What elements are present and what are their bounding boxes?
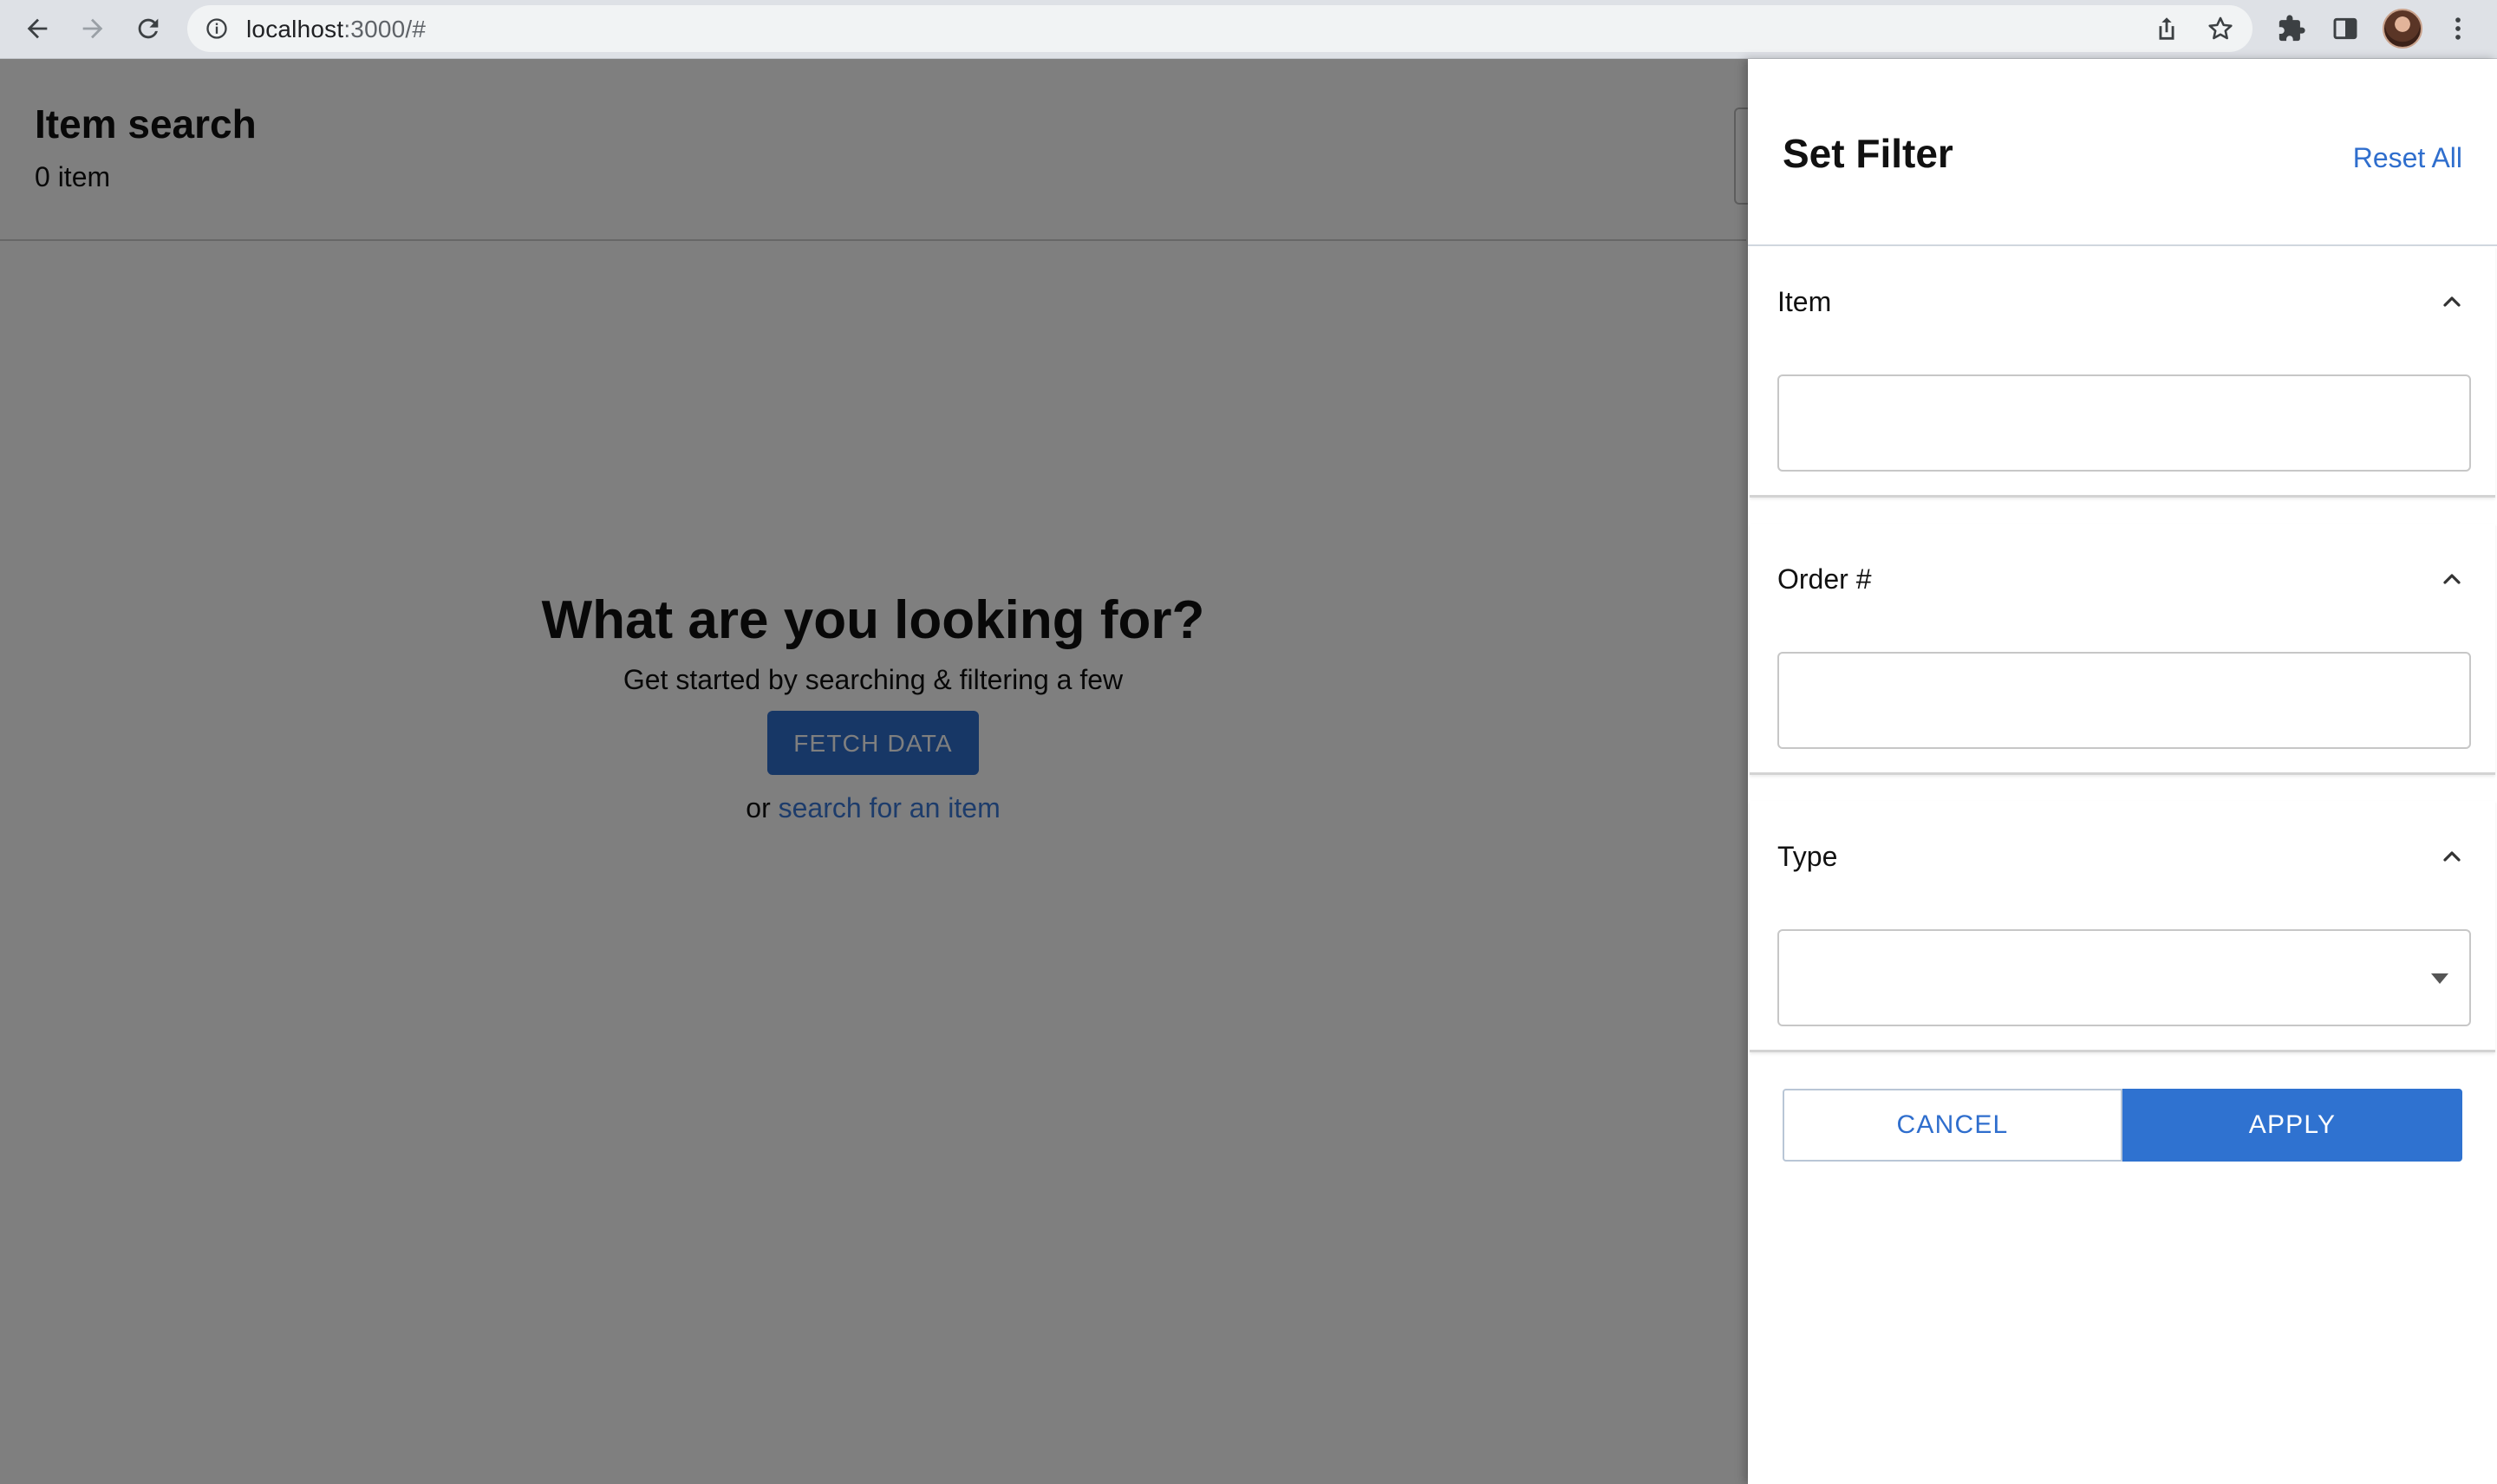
reset-all-link[interactable]: Reset All	[2353, 142, 2462, 174]
modal-backdrop[interactable]	[0, 59, 1748, 1484]
item-field[interactable]	[1777, 374, 2471, 472]
puzzle-icon[interactable]	[2273, 10, 2310, 47]
caret-down-icon[interactable]	[2429, 971, 2450, 986]
side-panel-icon[interactable]	[2327, 10, 2363, 47]
address-bar[interactable]: localhost:3000/#	[187, 5, 2253, 52]
browser-toolbar: localhost:3000/#	[0, 0, 2497, 59]
order-number-field[interactable]	[1777, 652, 2471, 749]
filter-section-item: Item	[1750, 246, 2495, 498]
filter-section-order: Order #	[1750, 524, 2495, 775]
chevron-up-icon[interactable]	[2438, 565, 2466, 593]
section-label: Item	[1777, 286, 1832, 317]
order-number-input[interactable]	[1779, 654, 2469, 747]
chevron-up-icon[interactable]	[2438, 843, 2466, 870]
share-icon[interactable]	[2152, 14, 2181, 43]
url-path: :3000/#	[343, 16, 427, 42]
filter-drawer: Set Filter Reset All Item Order # Type C…	[1748, 59, 2497, 1484]
info-icon[interactable]	[205, 16, 229, 41]
profile-avatar[interactable]	[2383, 9, 2422, 49]
forward-icon[interactable]	[73, 9, 113, 49]
section-label: Type	[1777, 841, 1838, 872]
cancel-button[interactable]: CANCEL	[1783, 1089, 2122, 1162]
back-icon[interactable]	[17, 9, 57, 49]
url-text[interactable]: localhost:3000/#	[246, 16, 426, 43]
reload-icon[interactable]	[128, 9, 168, 49]
section-label: Order #	[1777, 563, 1872, 595]
drawer-title: Set Filter	[1783, 131, 1953, 176]
star-icon[interactable]	[2206, 14, 2235, 43]
type-select[interactable]	[1777, 929, 2471, 1026]
apply-button[interactable]: APPLY	[2122, 1089, 2462, 1162]
item-input[interactable]	[1779, 376, 2469, 470]
drawer-header: Set Filter Reset All	[1748, 59, 2497, 246]
url-host: localhost	[246, 16, 344, 42]
kebab-menu-icon[interactable]	[2440, 10, 2476, 47]
drawer-actions: CANCEL APPLY	[1783, 1089, 2462, 1162]
filter-section-type: Type	[1750, 801, 2495, 1052]
chevron-up-icon[interactable]	[2438, 288, 2466, 316]
